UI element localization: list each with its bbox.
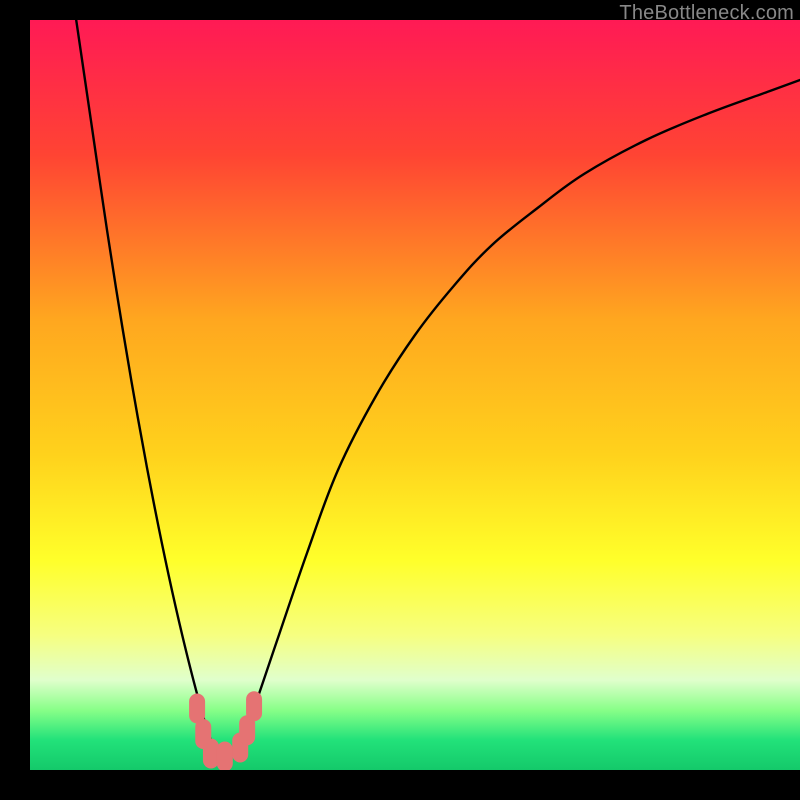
plot-area: [30, 20, 800, 770]
curve-marker: [217, 742, 233, 771]
curve-marker: [203, 739, 219, 769]
bottleneck-chart: [30, 20, 800, 770]
chart-frame: TheBottleneck.com: [30, 0, 800, 770]
curve-marker: [246, 691, 262, 721]
gradient-background: [30, 20, 800, 770]
curve-marker: [189, 694, 205, 724]
